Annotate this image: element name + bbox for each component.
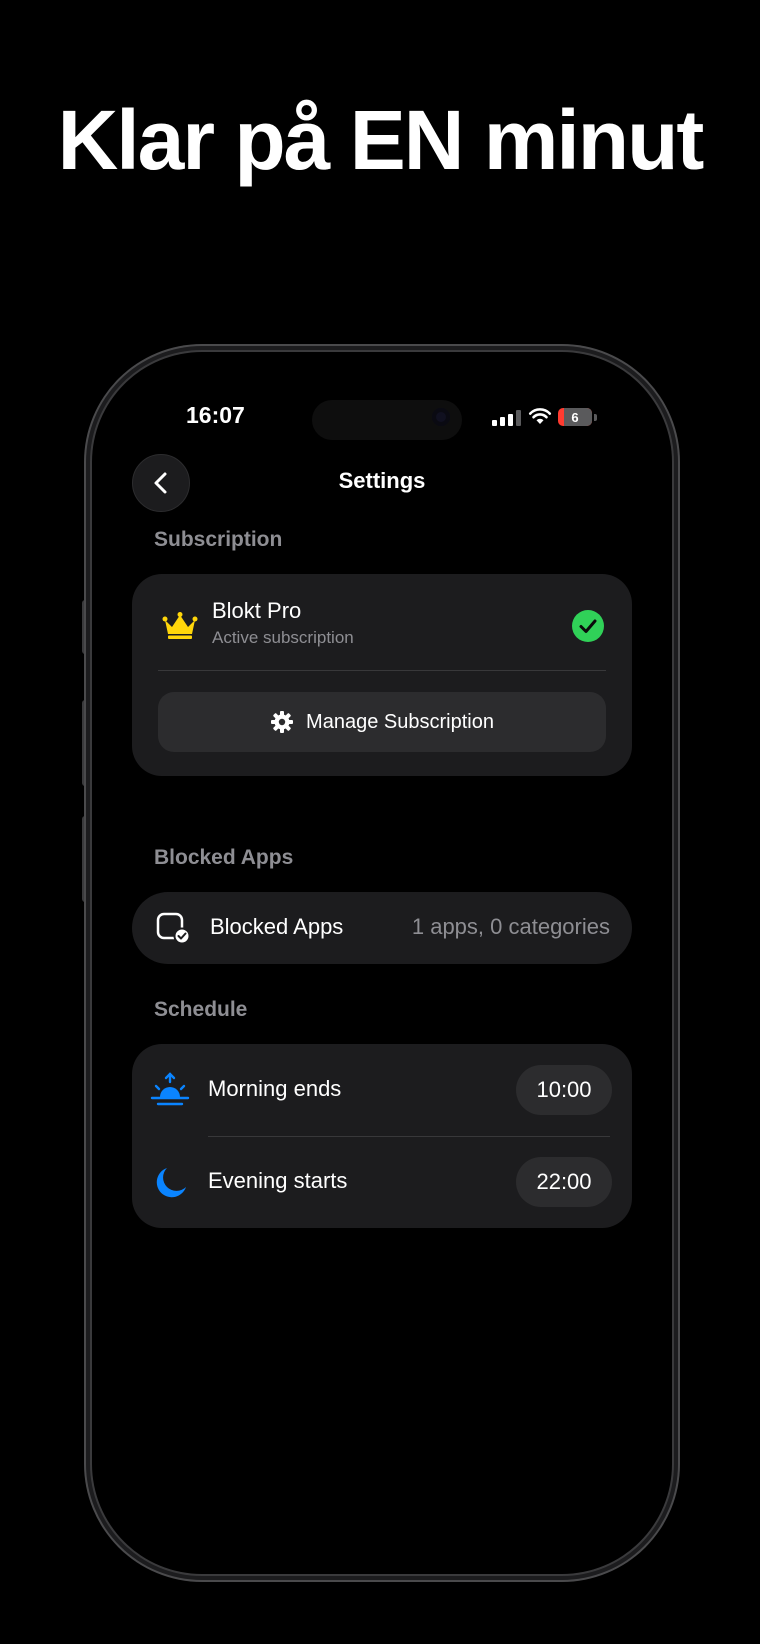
moon-icon	[156, 1168, 186, 1198]
app-check-icon	[156, 912, 190, 944]
evening-starts-label: Evening starts	[208, 1168, 348, 1193]
wifi-icon	[528, 408, 552, 424]
battery-tip	[594, 414, 597, 421]
section-label-subscription: Subscription	[154, 528, 283, 551]
page-title: Settings	[338, 468, 426, 493]
divider	[158, 670, 606, 671]
manage-subscription-label: Manage Subscription	[306, 710, 494, 733]
navigation-bar: Settings	[102, 454, 662, 514]
schedule-card: Morning ends 10:00 Evening starts 22:00	[132, 1044, 632, 1228]
status-bar: 16:07 6	[102, 398, 662, 438]
plan-status: Active subscription	[212, 628, 354, 647]
plan-name: Blokt Pro	[212, 598, 302, 623]
cellular-signal-icon	[492, 410, 521, 426]
power-button	[672, 732, 678, 872]
morning-ends-row[interactable]: Morning ends 10:00	[132, 1044, 632, 1136]
battery-level: 6	[571, 409, 579, 425]
volume-down-button	[82, 816, 88, 902]
blocked-apps-value: 1 apps, 0 categories	[411, 914, 610, 939]
crown-icon	[162, 612, 198, 639]
morning-ends-label: Morning ends	[208, 1076, 342, 1101]
subscription-card: Blokt Pro Active subscription Manage Sub…	[132, 574, 632, 776]
phone-frame: 16:07 6 Settings Subscription Blokt Pro …	[92, 352, 672, 1574]
blocked-apps-label: Blocked Apps	[210, 914, 344, 939]
action-button	[82, 600, 88, 654]
subscription-plan-row: Blokt Pro Active subscription	[132, 596, 632, 656]
section-label-blocked-apps: Blocked Apps	[154, 846, 294, 869]
headline: Klar på EN minut	[57, 93, 705, 187]
battery-icon: 6	[558, 408, 592, 426]
morning-ends-time[interactable]: 10:00	[516, 1065, 612, 1115]
manage-subscription-button[interactable]: Manage Subscription	[158, 692, 606, 752]
blocked-apps-row[interactable]: Blocked Apps 1 apps, 0 categories	[132, 892, 632, 964]
status-time: 16:07	[186, 402, 245, 428]
evening-starts-time[interactable]: 22:00	[516, 1157, 612, 1207]
section-label-schedule: Schedule	[154, 998, 248, 1021]
evening-starts-row[interactable]: Evening starts 22:00	[132, 1136, 632, 1228]
volume-up-button	[82, 700, 88, 786]
phone-screen: 16:07 6 Settings Subscription Blokt Pro …	[102, 362, 662, 1564]
checkmark-circle-icon	[572, 610, 604, 642]
gear-icon	[271, 711, 294, 733]
sunrise-icon	[150, 1072, 190, 1106]
